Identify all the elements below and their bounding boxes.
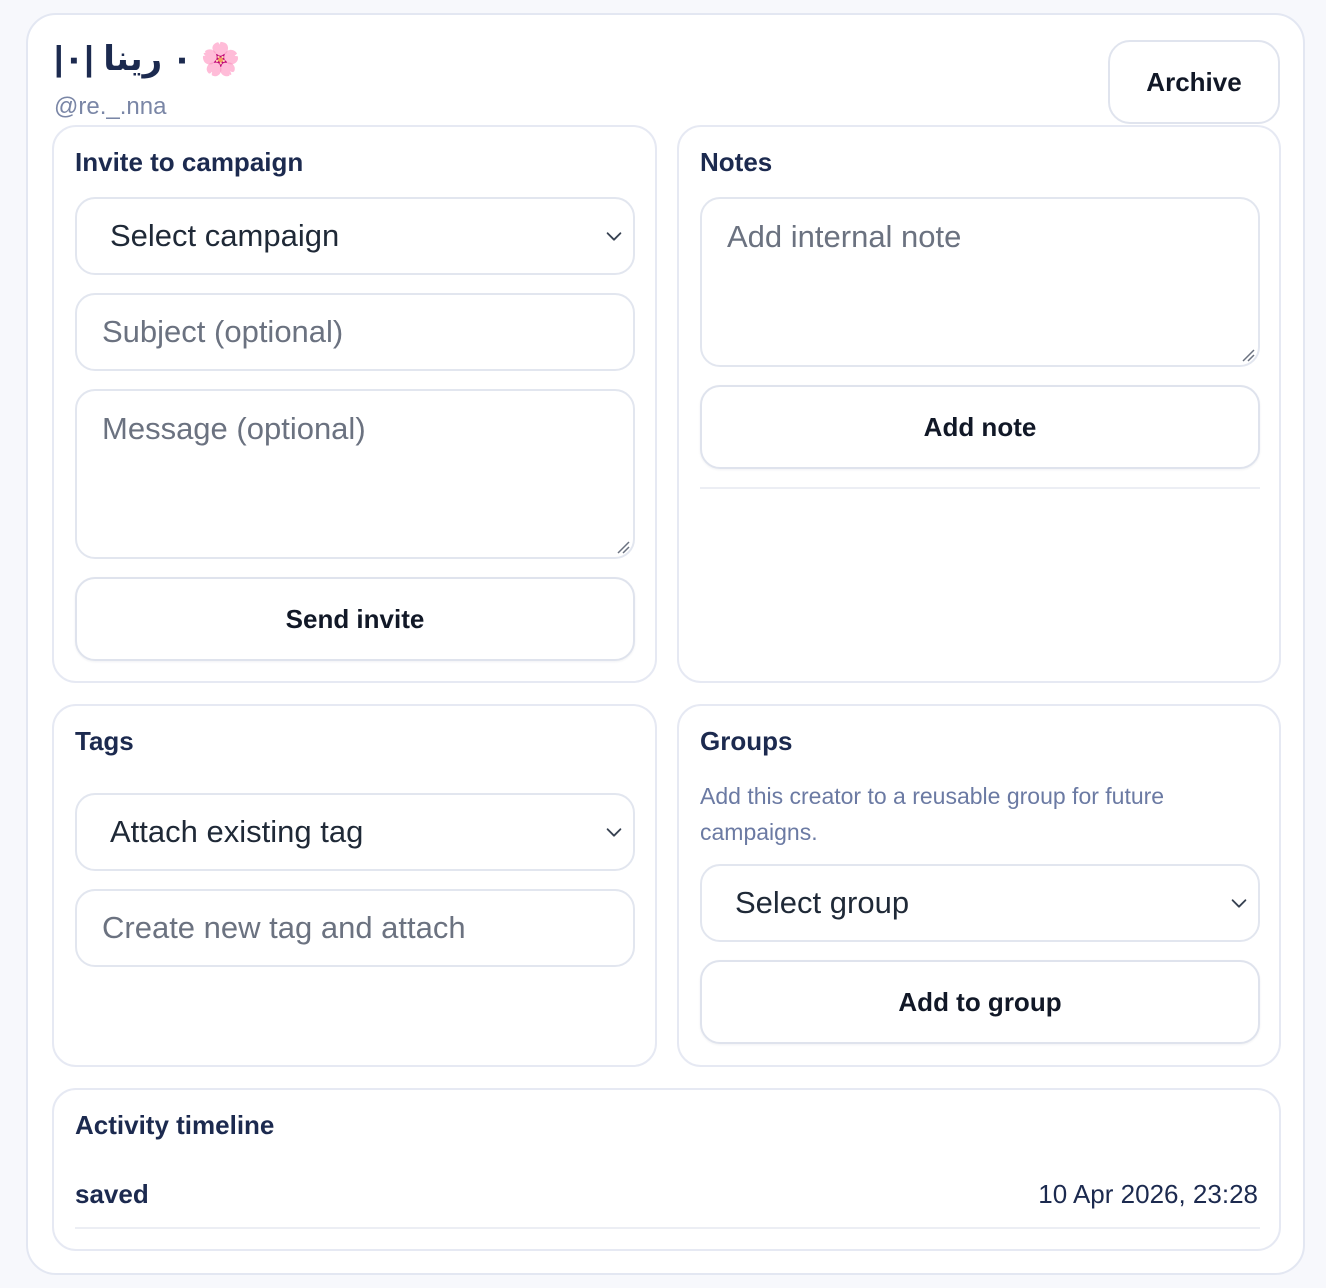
- chevron-down-icon: [1231, 899, 1247, 908]
- note-placeholder: Add internal note: [727, 219, 962, 254]
- creator-panel: |٠ رينا |٠ 🌸 @re._.nna Archive Invite to…: [26, 13, 1305, 1275]
- resize-handle-icon[interactable]: [616, 540, 630, 554]
- chevron-down-icon: [606, 232, 622, 241]
- subject-input[interactable]: Subject (optional): [75, 293, 635, 371]
- subject-placeholder: Subject (optional): [102, 314, 344, 349]
- groups-card: Groups Add this creator to a reusable gr…: [677, 704, 1281, 1067]
- message-placeholder: Message (optional): [102, 411, 366, 446]
- tag-select-value: Attach existing tag: [110, 814, 364, 849]
- tag-select[interactable]: Attach existing tag: [75, 793, 635, 871]
- tags-title: Tags: [75, 726, 134, 756]
- note-textarea[interactable]: Add internal note: [700, 197, 1260, 367]
- notes-divider: [700, 487, 1260, 489]
- timeline-event-label: saved: [75, 1179, 149, 1209]
- send-invite-button[interactable]: Send invite: [75, 577, 635, 661]
- add-to-group-button[interactable]: Add to group: [700, 960, 1260, 1044]
- notes-title: Notes: [700, 147, 773, 177]
- notes-card: Notes Add internal note Add note: [677, 125, 1281, 683]
- invite-title: Invite to campaign: [75, 147, 304, 177]
- campaign-select[interactable]: Select campaign: [75, 197, 635, 275]
- chevron-down-icon: [606, 828, 622, 837]
- group-select[interactable]: Select group: [700, 864, 1260, 942]
- timeline-event-time: 10 Apr 2026, 23:28: [1038, 1179, 1258, 1209]
- groups-description: Add this creator to a reusable group for…: [700, 783, 1165, 845]
- creator-handle: @re._.nna: [54, 93, 167, 120]
- campaign-select-value: Select campaign: [110, 218, 340, 253]
- group-select-value: Select group: [735, 885, 910, 920]
- invite-card: Invite to campaign Select campaign Subje…: [52, 125, 657, 683]
- creator-display-name: |٠ رينا |٠: [54, 40, 193, 78]
- tags-card: Tags Attach existing tag Create new tag …: [52, 704, 657, 1067]
- groups-title: Groups: [700, 726, 793, 756]
- message-textarea[interactable]: Message (optional): [75, 389, 635, 559]
- new-tag-input[interactable]: Create new tag and attach: [75, 889, 635, 967]
- add-note-button[interactable]: Add note: [700, 385, 1260, 469]
- archive-button[interactable]: Archive: [1108, 40, 1280, 124]
- timeline-card: Activity timeline saved 10 Apr 2026, 23:…: [52, 1088, 1281, 1251]
- creator-name: |٠ رينا |٠ 🌸: [54, 39, 240, 79]
- timeline-divider: [75, 1227, 1260, 1229]
- resize-handle-icon[interactable]: [1241, 348, 1255, 362]
- timeline-title: Activity timeline: [75, 1110, 275, 1140]
- flower-emoji-icon: 🌸: [200, 41, 241, 77]
- new-tag-placeholder: Create new tag and attach: [102, 910, 466, 945]
